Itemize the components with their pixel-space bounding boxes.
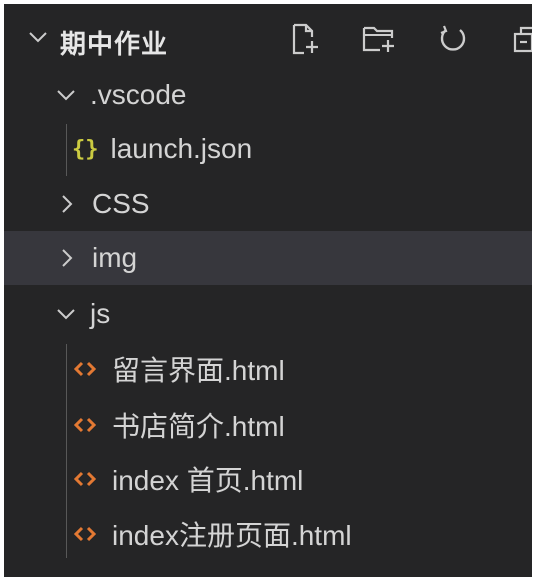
tree-item-label: 留言界面.html	[112, 355, 285, 386]
explorer-header[interactable]: 期中作业	[4, 4, 532, 72]
tree-file-launch-json[interactable]: {} launch.json	[4, 122, 532, 176]
chevron-right-icon	[60, 194, 74, 214]
workspace-folder-title: 期中作业	[60, 29, 169, 59]
indent-guide	[66, 344, 67, 558]
html-file-icon	[74, 416, 96, 434]
chevron-down-icon	[56, 307, 76, 321]
explorer-panel: 期中作业 .vscode {} launch.json CSS img js 留…	[4, 4, 532, 577]
tree-item-label: launch.json	[110, 133, 253, 164]
chevron-right-icon	[60, 248, 74, 268]
tree-item-label: index 首页.html	[112, 465, 304, 496]
tree-folder-vscode[interactable]: .vscode	[4, 68, 532, 122]
chevron-down-icon[interactable]	[28, 30, 48, 49]
tree-item-label: img	[92, 242, 138, 273]
tree-file-html[interactable]: index注册页面.html	[4, 507, 532, 561]
tree-folder-img[interactable]: img	[4, 231, 532, 285]
html-file-icon	[74, 525, 96, 543]
refresh-icon	[438, 24, 468, 59]
tree-folder-js[interactable]: js	[4, 287, 532, 341]
tree-item-label: 书店简介.html	[112, 411, 285, 442]
tree-item-label: CSS	[92, 188, 150, 219]
collapse-all-button[interactable]	[502, 22, 532, 60]
chevron-down-icon	[56, 88, 76, 102]
tree-item-label: index注册页面.html	[112, 520, 352, 551]
html-file-icon	[74, 470, 96, 488]
collapse-all-icon	[512, 24, 532, 59]
refresh-button[interactable]	[428, 22, 478, 60]
new-folder-button[interactable]	[354, 22, 404, 60]
tree-item-label: js	[90, 298, 111, 329]
new-file-button[interactable]	[280, 22, 330, 60]
indent-guide	[66, 124, 67, 176]
tree-file-html[interactable]: 留言界面.html	[4, 342, 532, 396]
tree-folder-css[interactable]: CSS	[4, 177, 532, 231]
tree-item-label: .vscode	[90, 79, 187, 110]
html-file-icon	[74, 360, 96, 378]
new-folder-icon	[362, 24, 396, 59]
explorer-toolbar	[280, 22, 532, 60]
new-file-icon	[290, 23, 320, 60]
json-file-icon: {}	[72, 136, 99, 162]
tree-file-html[interactable]: 书店简介.html	[4, 398, 532, 452]
tree-file-html[interactable]: index 首页.html	[4, 452, 532, 506]
